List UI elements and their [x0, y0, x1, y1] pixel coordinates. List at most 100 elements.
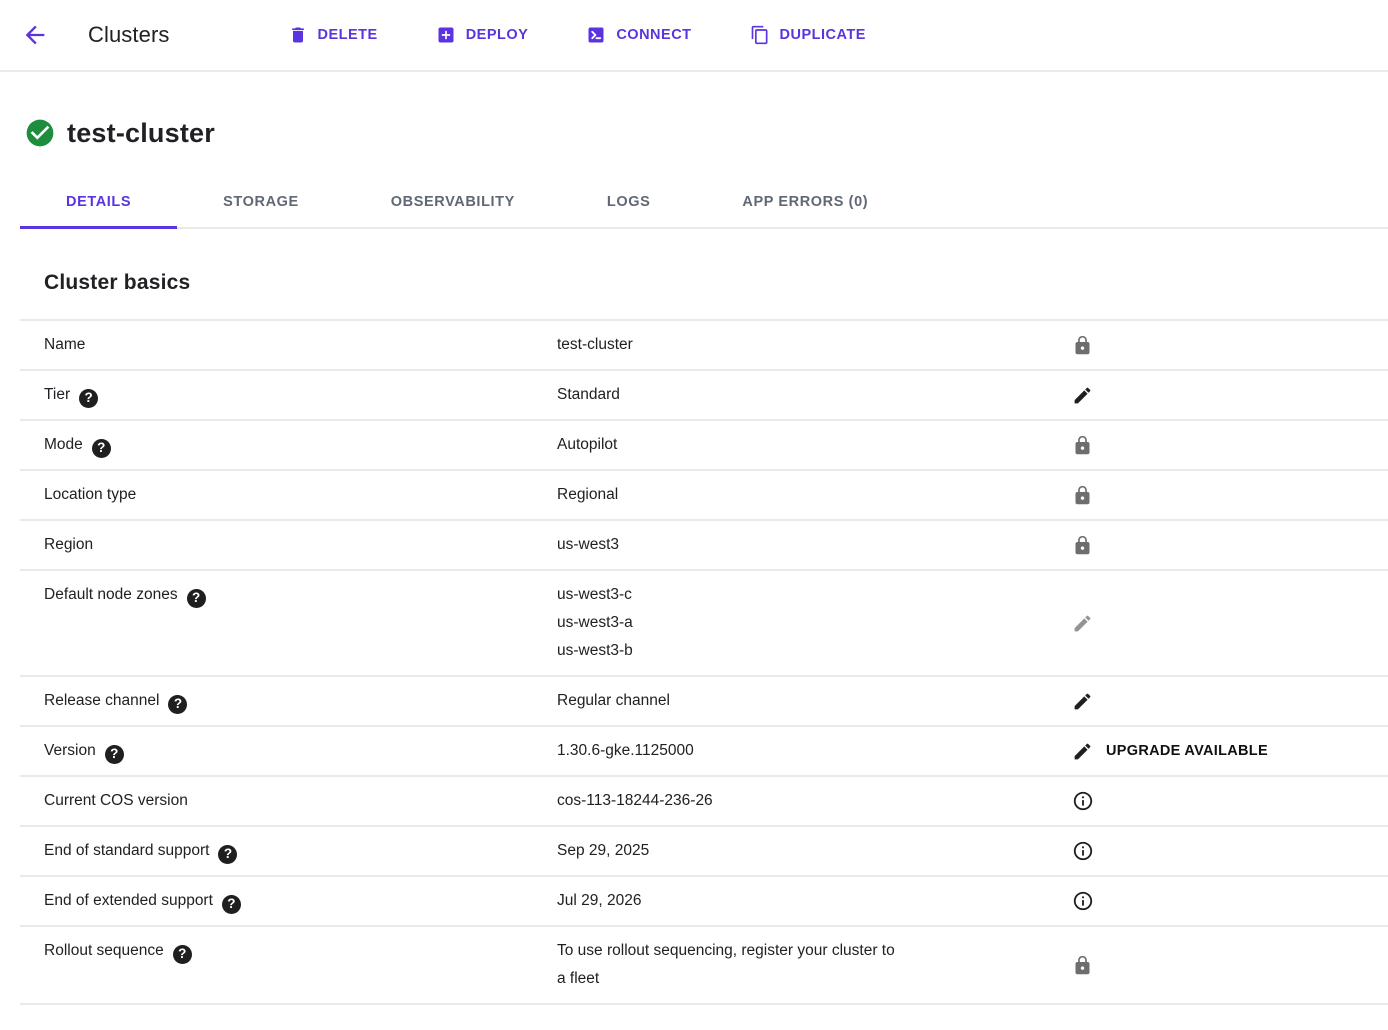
trash-icon [288, 25, 308, 45]
row-value-line: Sep 29, 2025 [557, 837, 1030, 865]
cluster-name: test-cluster [67, 118, 215, 149]
row-value-line: us-west3-b [557, 637, 1030, 665]
connect-icon [586, 25, 606, 45]
row-action [1030, 475, 1388, 516]
row-value-line: Jul 29, 2026 [557, 887, 1030, 915]
info-icon[interactable] [1072, 790, 1094, 812]
lock-icon [1072, 485, 1093, 506]
header-actions: DELETE DEPLOY CONNECT DUPLICATE [288, 25, 866, 45]
row-value: us-west3-cus-west3-aus-west3-b [557, 571, 1030, 675]
row-action [1030, 681, 1388, 722]
row-value: test-cluster [557, 321, 1030, 369]
row-value-line: Regional [557, 481, 1030, 509]
table-row-current-cos-version: Current COS version cos-113-18244-236-26 [20, 777, 1388, 827]
row-value-line: a fleet [557, 965, 1030, 993]
action-button-label: DELETE [318, 27, 378, 43]
row-value: Sep 29, 2025 [557, 827, 1030, 875]
tab-details[interactable]: DETAILS [20, 177, 177, 229]
tab-storage[interactable]: STORAGE [177, 177, 345, 227]
edit-icon[interactable] [1072, 691, 1093, 712]
row-label: Location type [20, 471, 557, 519]
row-label-text: Region [44, 536, 93, 553]
row-value: us-west3 [557, 521, 1030, 569]
edit-icon[interactable] [1072, 385, 1093, 406]
row-value: Standard [557, 371, 1030, 419]
row-action [1030, 325, 1388, 366]
row-action [1030, 880, 1388, 922]
row-action [1030, 945, 1388, 986]
edit-icon[interactable] [1072, 741, 1093, 762]
action-button-label: CONNECT [616, 27, 691, 43]
top-bar: Clusters DELETE DEPLOY CONNECT DUPLICATE [0, 0, 1388, 72]
arrow-back-icon [21, 21, 49, 49]
table-row-end-of-extended-support: End of extended support? Jul 29, 2026 [20, 877, 1388, 927]
table-row-version: Version? 1.30.6-gke.1125000 UPGRADE AVAILA… [20, 727, 1388, 777]
row-action [1030, 830, 1388, 872]
connect-button[interactable]: CONNECT [586, 25, 691, 45]
row-action [1030, 525, 1388, 566]
help-icon[interactable]: ? [187, 589, 206, 608]
deploy-icon [436, 25, 456, 45]
row-label-text: End of standard support [44, 842, 209, 859]
row-value-line: Regular channel [557, 687, 1030, 715]
delete-button[interactable]: DELETE [288, 25, 378, 45]
row-value-line: Standard [557, 381, 1030, 409]
upgrade-available-label[interactable]: UPGRADE AVAILABLE [1106, 737, 1268, 765]
row-value: Autopilot [557, 421, 1030, 469]
tab-observability[interactable]: OBSERVABILITY [345, 177, 561, 227]
row-value: Regular channel [557, 677, 1030, 725]
duplicate-icon [750, 25, 770, 45]
tab-logs[interactable]: LOGS [561, 177, 697, 227]
row-label-text: Default node zones [44, 586, 178, 603]
info-icon[interactable] [1072, 890, 1094, 912]
help-icon[interactable]: ? [105, 745, 124, 764]
row-value: To use rollout sequencing, register your… [557, 927, 1030, 1003]
back-button[interactable] [14, 14, 56, 56]
row-value-line: Autopilot [557, 431, 1030, 459]
row-value: cos-113-18244-236-26 [557, 777, 1030, 825]
help-icon[interactable]: ? [92, 439, 111, 458]
lock-icon [1072, 435, 1093, 456]
lock-icon [1072, 955, 1093, 976]
duplicate-button[interactable]: DUPLICATE [750, 25, 866, 45]
row-label: Mode? [20, 421, 557, 469]
help-icon[interactable]: ? [168, 695, 187, 714]
row-value: Jul 29, 2026 [557, 877, 1030, 925]
help-icon[interactable]: ? [218, 845, 237, 864]
table-row-end-of-standard-support: End of standard support?Sep 29, 2025 [20, 827, 1388, 877]
row-value-line: us-west3-a [557, 609, 1030, 637]
row-label: Release channel? [20, 677, 557, 725]
row-value-line: us-west3 [557, 531, 1030, 559]
row-action [1030, 780, 1388, 822]
deploy-button[interactable]: DEPLOY [436, 25, 529, 45]
tab-app-errors-0[interactable]: APP ERRORS (0) [696, 177, 914, 227]
row-label: End of standard support? [20, 827, 557, 875]
status-ok-icon [24, 117, 56, 149]
row-label: Tier? [20, 371, 557, 419]
row-label-text: Name [44, 336, 85, 353]
section-title: Cluster basics [44, 271, 1388, 295]
row-value-line: cos-113-18244-236-26 [557, 787, 1030, 815]
row-label-text: Release channel [44, 692, 159, 709]
info-icon[interactable] [1072, 840, 1094, 862]
page-title: Clusters [88, 22, 170, 48]
table-row-mode: Mode?Autopilot [20, 421, 1388, 471]
edit-icon [1072, 613, 1093, 634]
row-label-text: End of extended support [44, 892, 213, 909]
table-row-location-type: Location typeRegional [20, 471, 1388, 521]
lock-icon [1072, 335, 1093, 356]
row-value: Regional [557, 471, 1030, 519]
row-action [1030, 603, 1388, 644]
row-label-text: Current COS version [44, 792, 188, 809]
help-icon[interactable]: ? [79, 389, 98, 408]
row-label-text: Version [44, 742, 96, 759]
table-row-rollout-sequence: Rollout sequence?To use rollout sequenci… [20, 927, 1388, 1005]
row-action [1030, 425, 1388, 466]
action-button-label: DUPLICATE [780, 27, 866, 43]
row-label-text: Tier [44, 386, 70, 403]
cluster-basics-table: Nametest-clusterTier?StandardMode?Autopi… [20, 319, 1388, 1005]
help-icon[interactable]: ? [222, 895, 241, 914]
row-action: UPGRADE AVAILABLE [1030, 727, 1388, 775]
help-icon[interactable]: ? [173, 945, 192, 964]
row-value: 1.30.6-gke.1125000 [557, 727, 1030, 775]
